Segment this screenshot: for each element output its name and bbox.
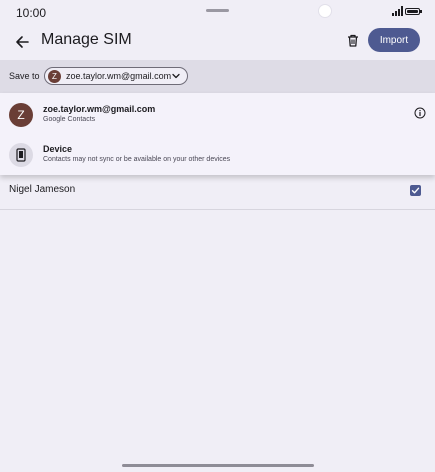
contact-name: Nigel Jameson: [9, 184, 76, 195]
device-avatar: [9, 143, 33, 167]
menu-item-title: zoe.taylor.wm@gmail.com: [43, 104, 156, 114]
battery-tip: [420, 10, 422, 13]
menu-item-google-account[interactable]: Z zoe.taylor.wm@gmail.com Google Contact…: [0, 94, 435, 134]
menu-item-device[interactable]: Device Contacts may not sync or be avail…: [0, 134, 435, 174]
menu-item-subtitle: Contacts may not sync or be available on…: [43, 156, 231, 163]
arrow-back-icon: [16, 36, 29, 48]
contact-checkbox[interactable]: [410, 185, 421, 196]
delete-button[interactable]: [341, 28, 365, 52]
trash-icon: [348, 34, 358, 47]
menu-item-subtitle: Google Contacts: [43, 116, 96, 123]
account-selector[interactable]: Z zoe.taylor.wm@gmail.com: [44, 67, 188, 85]
check-icon: [411, 187, 420, 194]
top-handle: [206, 9, 229, 12]
camera-cutout: [318, 4, 332, 18]
avatar-initial: Z: [17, 108, 25, 122]
status-time: 10:00: [16, 6, 47, 20]
save-to-label: Save to: [9, 71, 40, 81]
chevron-down-icon: [172, 73, 180, 79]
phone-icon: [16, 148, 26, 162]
account-menu: Z zoe.taylor.wm@gmail.com Google Contact…: [0, 93, 435, 175]
home-indicator[interactable]: [122, 464, 314, 467]
import-button[interactable]: Import: [368, 28, 420, 52]
info-icon[interactable]: [414, 107, 426, 119]
account-email: zoe.taylor.wm@gmail.com: [66, 71, 172, 81]
back-button[interactable]: [8, 28, 36, 56]
signal-icon: [392, 6, 403, 16]
account-avatar: Z: [9, 103, 33, 127]
menu-item-title: Device: [43, 144, 73, 154]
account-avatar: Z: [48, 69, 61, 83]
page-title: Manage SIM: [41, 31, 132, 48]
battery-icon: [405, 8, 420, 15]
